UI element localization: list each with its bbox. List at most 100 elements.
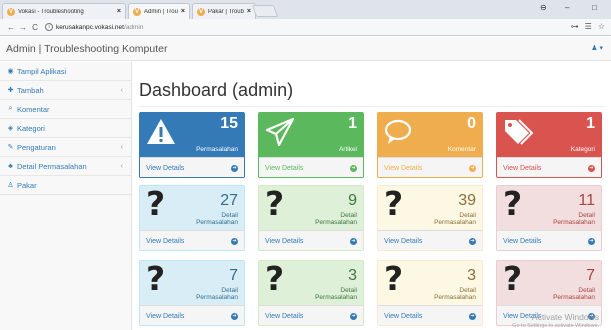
view-details-label: View Details (146, 312, 185, 320)
favicon-icon: V (133, 7, 141, 16)
view-details-link[interactable]: View Details ➜ (378, 157, 482, 177)
sidebar-item-komentar[interactable]: ⌕ Komentar (0, 100, 131, 119)
tab-close-icon[interactable]: × (117, 8, 121, 15)
sidebar-item-pakar[interactable]: ♙ Pakar (0, 176, 131, 195)
browser-tab-admin[interactable]: V Admin | Troubleshooting × (128, 3, 190, 19)
panel-permasalahan: 15 Permasalahan View Details ➜ (139, 112, 245, 178)
panel-detail-1: ? 27 Detail Permasalahan View Details ➜ (139, 185, 245, 251)
site-info-icon[interactable]: i (45, 23, 53, 31)
sidebar-item-pengaturan[interactable]: ✎ Pengaturan ‹ (0, 138, 131, 157)
eye-icon: ◉ (7, 68, 14, 75)
question-icon: ? (384, 260, 404, 298)
plus-icon: ✚ (7, 87, 14, 94)
app-brand[interactable]: Admin | Troubleshooting Komputer (6, 43, 167, 55)
sidebar-item-tambah[interactable]: ✚ Tambah ‹ (0, 81, 131, 100)
back-icon[interactable]: ← (5, 23, 17, 32)
view-details-link[interactable]: View Details ➜ (497, 157, 601, 177)
comments-icon (384, 119, 412, 144)
arrow-circle-right-icon: ➜ (588, 164, 595, 172)
panel-count: 39 (458, 192, 476, 209)
panel-label: Detail Permasalahan (196, 212, 238, 226)
page-title: Dashboard (admin) (139, 80, 294, 100)
sidebar-item-label: Tambah (17, 85, 44, 95)
panel-count: 7 (586, 267, 595, 284)
tab-close-icon[interactable]: × (181, 8, 185, 15)
panel-label: Detail Permasalahan (315, 287, 357, 301)
question-icon: ? (146, 185, 166, 223)
panel-count: 11 (578, 192, 595, 209)
panel-kategori: 1 Kategori View Details ➜ (496, 112, 602, 178)
view-details-link[interactable]: View Details ➜ (378, 230, 482, 250)
view-details-link[interactable]: View Details ➜ (259, 157, 363, 177)
view-details-label: View Details (384, 237, 423, 245)
forward-icon[interactable]: → (17, 23, 29, 32)
panel-count: 7 (229, 267, 238, 284)
view-details-label: View Details (503, 237, 542, 245)
panel-label: Detail Permasalahan (434, 212, 476, 226)
panel-count: 9 (348, 192, 357, 209)
address-bar-actions: ⊶ ☰ ☆ (571, 22, 605, 31)
bookmark-star-icon[interactable]: ☆ (598, 22, 605, 31)
minimize-icon[interactable]: – (565, 3, 569, 12)
view-details-label: View Details (384, 164, 423, 172)
view-details-label: View Details (265, 312, 304, 320)
tab-close-icon[interactable]: × (247, 8, 251, 15)
extension-icon[interactable]: ☰ (585, 22, 592, 31)
warning-icon (147, 119, 175, 144)
sidebar-item-label: Pengaturan (17, 142, 56, 152)
view-details-link[interactable]: View Details ➜ (140, 157, 244, 177)
view-details-link[interactable]: View Details ➜ (259, 305, 363, 325)
question-icon: ? (265, 260, 285, 298)
question-icon: ? (503, 185, 523, 223)
arrow-circle-right-icon: ➜ (231, 312, 238, 320)
browser-tab-pakar[interactable]: V Pakar | Troubleshooting K × (192, 3, 256, 19)
arrow-circle-right-icon: ➜ (350, 312, 357, 320)
panel-detail-3: ? 39 Detail Permasalahan View Details ➜ (377, 185, 483, 251)
arrow-circle-right-icon: ➜ (469, 237, 476, 245)
arrow-circle-right-icon: ➜ (231, 237, 238, 245)
arrow-circle-right-icon: ➜ (350, 164, 357, 172)
view-details-link[interactable]: View Details ➜ (259, 230, 363, 250)
sidebar-item-tampil-aplikasi[interactable]: ◉ Tampil Aplikasi (0, 62, 131, 81)
panel-label: Artikel (338, 146, 357, 153)
new-tab-button[interactable] (251, 5, 279, 17)
panel-label: Detail Permasalahan (553, 287, 595, 301)
chevron-left-icon: ‹ (120, 162, 123, 170)
sitemap-icon: ♣ (8, 162, 13, 170)
view-details-link[interactable]: View Details ➜ (378, 305, 482, 325)
wrench-icon: ✎ (7, 144, 14, 151)
sidebar-item-label: Detail Permasalahan (17, 161, 87, 171)
favicon-icon: V (197, 7, 205, 16)
view-details-label: View Details (265, 164, 304, 172)
view-details-label: View Details (146, 237, 185, 245)
panel-detail-5: ? 7 Detail Permasalahan View Details ➜ (139, 260, 245, 326)
view-details-link[interactable]: View Details ➜ (140, 305, 244, 325)
panel-count: 15 (220, 115, 238, 132)
question-icon: ? (503, 260, 523, 298)
question-icon: ? (146, 260, 166, 298)
profile-icon[interactable]: ⊖ (540, 3, 547, 12)
address-bar: ← → C i kerusakanpc.vokasi.net/admin (0, 19, 611, 36)
sidebar-item-detail-permasalahan[interactable]: ♣ Detail Permasalahan ‹ (0, 157, 131, 176)
panel-komentar: 0 Komentar View Details ➜ (377, 112, 483, 178)
browser-tab-vokasi[interactable]: V Vokasi - Troubleshooting × (2, 3, 126, 19)
windows-activation-watermark: Activate Windows (531, 312, 599, 322)
user-menu-icon[interactable]: ♟ ▾ (591, 44, 603, 52)
sidebar-item-kategori[interactable]: ◈ Kategori (0, 119, 131, 138)
view-details-link[interactable]: View Details ➜ (497, 230, 601, 250)
url-field[interactable]: i kerusakanpc.vokasi.net/admin (45, 21, 585, 34)
key-icon[interactable]: ⊶ (571, 22, 579, 31)
sidebar-item-label: Pakar (17, 180, 37, 190)
panel-detail-4: ? 11 Detail Permasalahan View Details ➜ (496, 185, 602, 251)
tag-icon: ◈ (7, 125, 14, 132)
panel-label: Detail Permasalahan (196, 287, 238, 301)
tags-icon (505, 119, 534, 145)
view-details-link[interactable]: View Details ➜ (140, 230, 244, 250)
reload-icon[interactable]: C (29, 23, 41, 32)
view-details-label: View Details (146, 164, 185, 172)
panel-count: 3 (467, 267, 476, 284)
maximize-icon[interactable]: □ (592, 3, 597, 12)
panel-label: Detail Permasalahan (315, 212, 357, 226)
arrow-circle-right-icon: ➜ (469, 164, 476, 172)
view-details-label: View Details (503, 164, 542, 172)
